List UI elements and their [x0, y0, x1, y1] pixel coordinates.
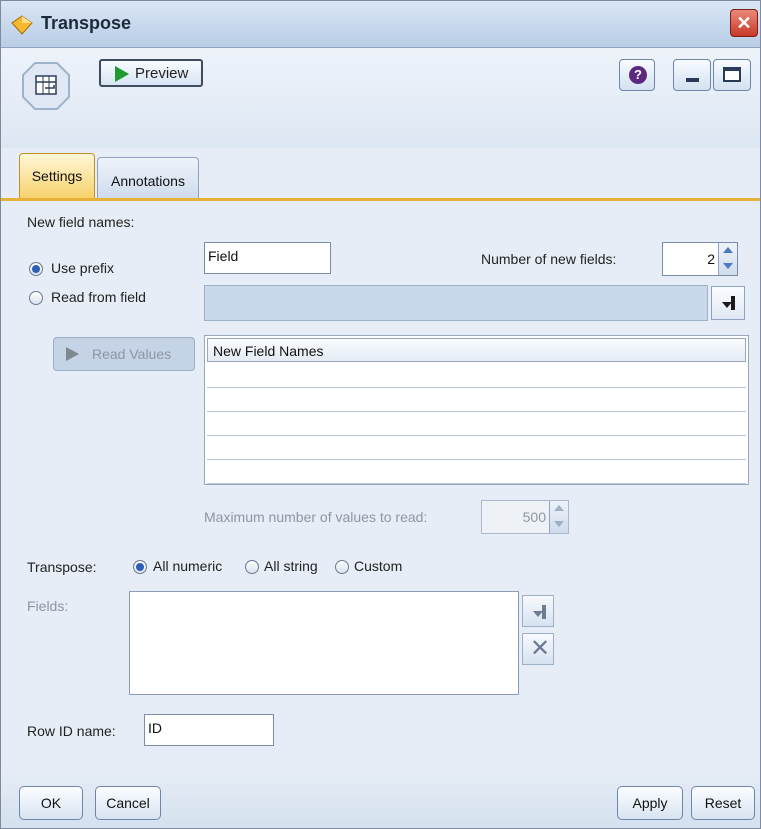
pick-fields-button[interactable] [522, 595, 554, 627]
window-title: Transpose [41, 13, 132, 33]
play-icon [66, 347, 79, 361]
maximize-icon [723, 67, 741, 82]
field-picker-button[interactable] [711, 286, 745, 320]
table-row[interactable] [207, 364, 746, 388]
spin-down-icon[interactable] [723, 263, 733, 269]
max-values-label: Maximum number of values to read: [204, 509, 428, 525]
remove-field-button[interactable]: ✕ [522, 633, 554, 665]
spin-down-icon[interactable] [554, 521, 564, 527]
minimize-icon [686, 78, 699, 82]
number-of-new-fields-value: 2 [707, 251, 715, 267]
read-from-field-radio[interactable] [29, 291, 43, 305]
apply-button[interactable]: Apply [617, 786, 683, 820]
fields-list[interactable] [129, 591, 519, 695]
transpose-dialog: Transpose ✕ Preview ? Settings Annotatio… [0, 0, 761, 829]
table-row[interactable] [207, 460, 746, 484]
table-row[interactable] [207, 412, 746, 436]
read-values-button[interactable]: Read Values [53, 337, 195, 371]
close-button[interactable]: ✕ [730, 9, 758, 37]
minimize-button[interactable] [673, 59, 711, 91]
new-field-names-table[interactable]: New Field Names [204, 335, 749, 485]
tab-annotations[interactable]: Annotations [97, 157, 199, 199]
fields-label: Fields: [27, 598, 69, 614]
field-picker-icon [533, 605, 546, 619]
spin-up-icon[interactable] [554, 505, 564, 511]
transpose-label: Transpose: [27, 559, 97, 575]
new-field-names-label: New field names: [27, 214, 135, 230]
number-of-new-fields-stepper[interactable]: 2 [662, 242, 738, 276]
prefix-input[interactable]: Field [204, 242, 331, 274]
delete-icon: ✕ [530, 635, 551, 662]
reset-button[interactable]: Reset [691, 786, 755, 820]
table-header[interactable]: New Field Names [207, 338, 746, 362]
read-from-field-select[interactable] [204, 285, 708, 321]
row-id-label: Row ID name: [27, 723, 116, 739]
number-of-new-fields-label: Number of new fields: [481, 251, 617, 267]
all-numeric-label: All numeric [153, 558, 223, 574]
use-prefix-radio[interactable] [29, 262, 43, 276]
maximize-button[interactable] [713, 59, 751, 91]
transpose-node-icon [22, 62, 70, 110]
stepper-buttons[interactable] [718, 243, 737, 275]
ok-button[interactable]: OK [19, 786, 83, 820]
field-picker-icon [722, 296, 735, 310]
use-prefix-label: Use prefix [51, 260, 115, 276]
cancel-button[interactable]: Cancel [95, 786, 161, 820]
read-from-field-label: Read from field [51, 289, 146, 305]
all-string-label: All string [264, 558, 318, 574]
all-string-radio[interactable] [245, 560, 259, 574]
tab-settings[interactable]: Settings [19, 153, 95, 199]
all-numeric-radio[interactable] [133, 560, 147, 574]
max-values-stepper[interactable]: 500 [481, 500, 569, 534]
custom-radio[interactable] [335, 560, 349, 574]
help-button[interactable]: ? [619, 59, 655, 91]
preview-label: Preview [135, 65, 189, 82]
play-icon [115, 66, 129, 82]
max-values-value: 500 [522, 509, 546, 525]
preview-button[interactable]: Preview [99, 59, 203, 87]
stepper-buttons[interactable] [549, 501, 568, 533]
table-row[interactable] [207, 436, 746, 460]
read-values-label: Read Values [92, 346, 172, 362]
custom-label: Custom [354, 558, 403, 574]
table-row[interactable] [207, 388, 746, 412]
transpose-node-diamond-icon [11, 15, 33, 35]
spin-up-icon[interactable] [723, 247, 733, 253]
help-icon: ? [629, 66, 647, 84]
row-id-input[interactable]: ID [144, 714, 274, 746]
